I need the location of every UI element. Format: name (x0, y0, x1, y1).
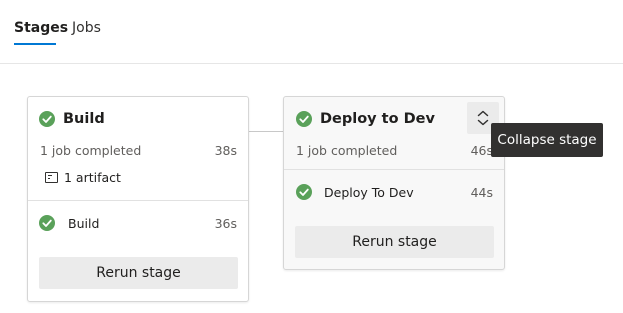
stage-duration: 38s (214, 143, 237, 158)
tab-jobs[interactable]: Jobs (72, 19, 101, 37)
success-check-icon (296, 184, 312, 200)
job-duration: 44s (470, 185, 493, 200)
job-name[interactable]: Build (68, 216, 99, 232)
success-check-icon (39, 111, 55, 127)
job-name[interactable]: Deploy To Dev (324, 185, 414, 201)
artifact-link[interactable]: 1 artifact (64, 170, 121, 186)
stage-title: Deploy to Dev (320, 111, 435, 127)
job-duration: 36s (214, 216, 237, 231)
artifact-icon (45, 172, 58, 183)
stage-card-build[interactable]: Build 1 job completed 38s 1 artifact Bui… (27, 96, 249, 302)
card-divider (284, 169, 504, 170)
success-check-icon (296, 111, 312, 127)
rerun-stage-button[interactable]: Rerun stage (39, 257, 238, 289)
card-divider (28, 200, 248, 201)
collapse-chevrons-icon (477, 110, 489, 126)
collapse-stage-tooltip: Collapse stage (491, 123, 603, 157)
jobs-completed-text: 1 job completed (296, 143, 398, 158)
rerun-stage-button[interactable]: Rerun stage (295, 226, 494, 258)
tab-stages[interactable]: Stages (14, 19, 68, 37)
active-tab-underline (14, 43, 56, 45)
stage-title: Build (63, 111, 105, 127)
jobs-completed-text: 1 job completed (40, 143, 142, 158)
stage-connector (249, 131, 283, 132)
stage-duration: 46s (470, 143, 493, 158)
success-check-icon (39, 215, 55, 231)
tab-bar: Stages Jobs (0, 0, 623, 64)
